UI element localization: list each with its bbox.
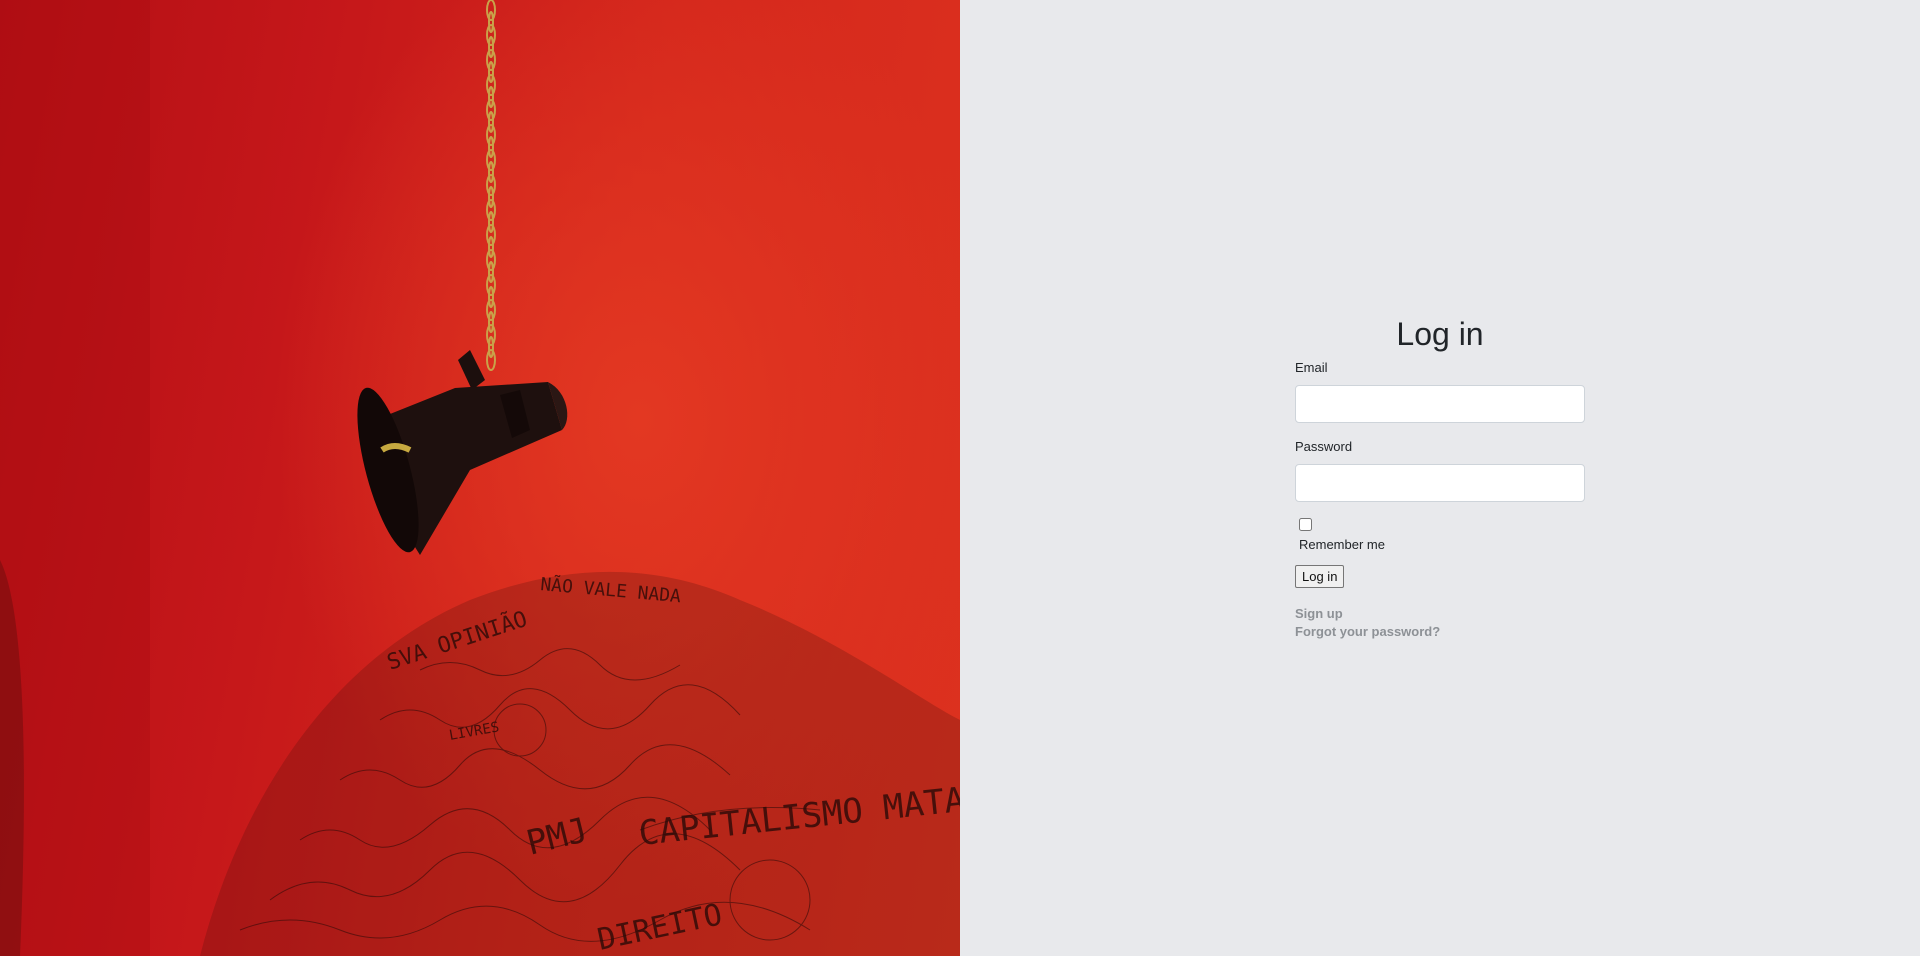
page-title: Log in bbox=[1396, 316, 1484, 352]
forgot-password-link[interactable]: Forgot your password? bbox=[1295, 623, 1585, 641]
remember-me-row bbox=[1295, 516, 1585, 532]
email-label: Email bbox=[1295, 360, 1328, 375]
sign-up-link[interactable]: Sign up bbox=[1295, 605, 1585, 623]
remember-me-label: Remember me bbox=[1299, 537, 1385, 552]
hero-image: SVA OPINIÃO NÃO VALE NADA CAPITALISMO MA… bbox=[0, 0, 960, 956]
login-form: Log in Email Password Remember me Log in… bbox=[1295, 310, 1585, 641]
password-field[interactable] bbox=[1295, 464, 1585, 502]
megaphone-illustration: SVA OPINIÃO NÃO VALE NADA CAPITALISMO MA… bbox=[0, 0, 960, 956]
megaphone-icon bbox=[357, 350, 568, 555]
remember-me-checkbox[interactable] bbox=[1299, 518, 1312, 532]
auth-links: Sign up Forgot your password? bbox=[1295, 605, 1585, 641]
login-button[interactable]: Log in bbox=[1295, 565, 1345, 588]
email-field[interactable] bbox=[1295, 385, 1585, 423]
password-label: Password bbox=[1295, 439, 1353, 454]
